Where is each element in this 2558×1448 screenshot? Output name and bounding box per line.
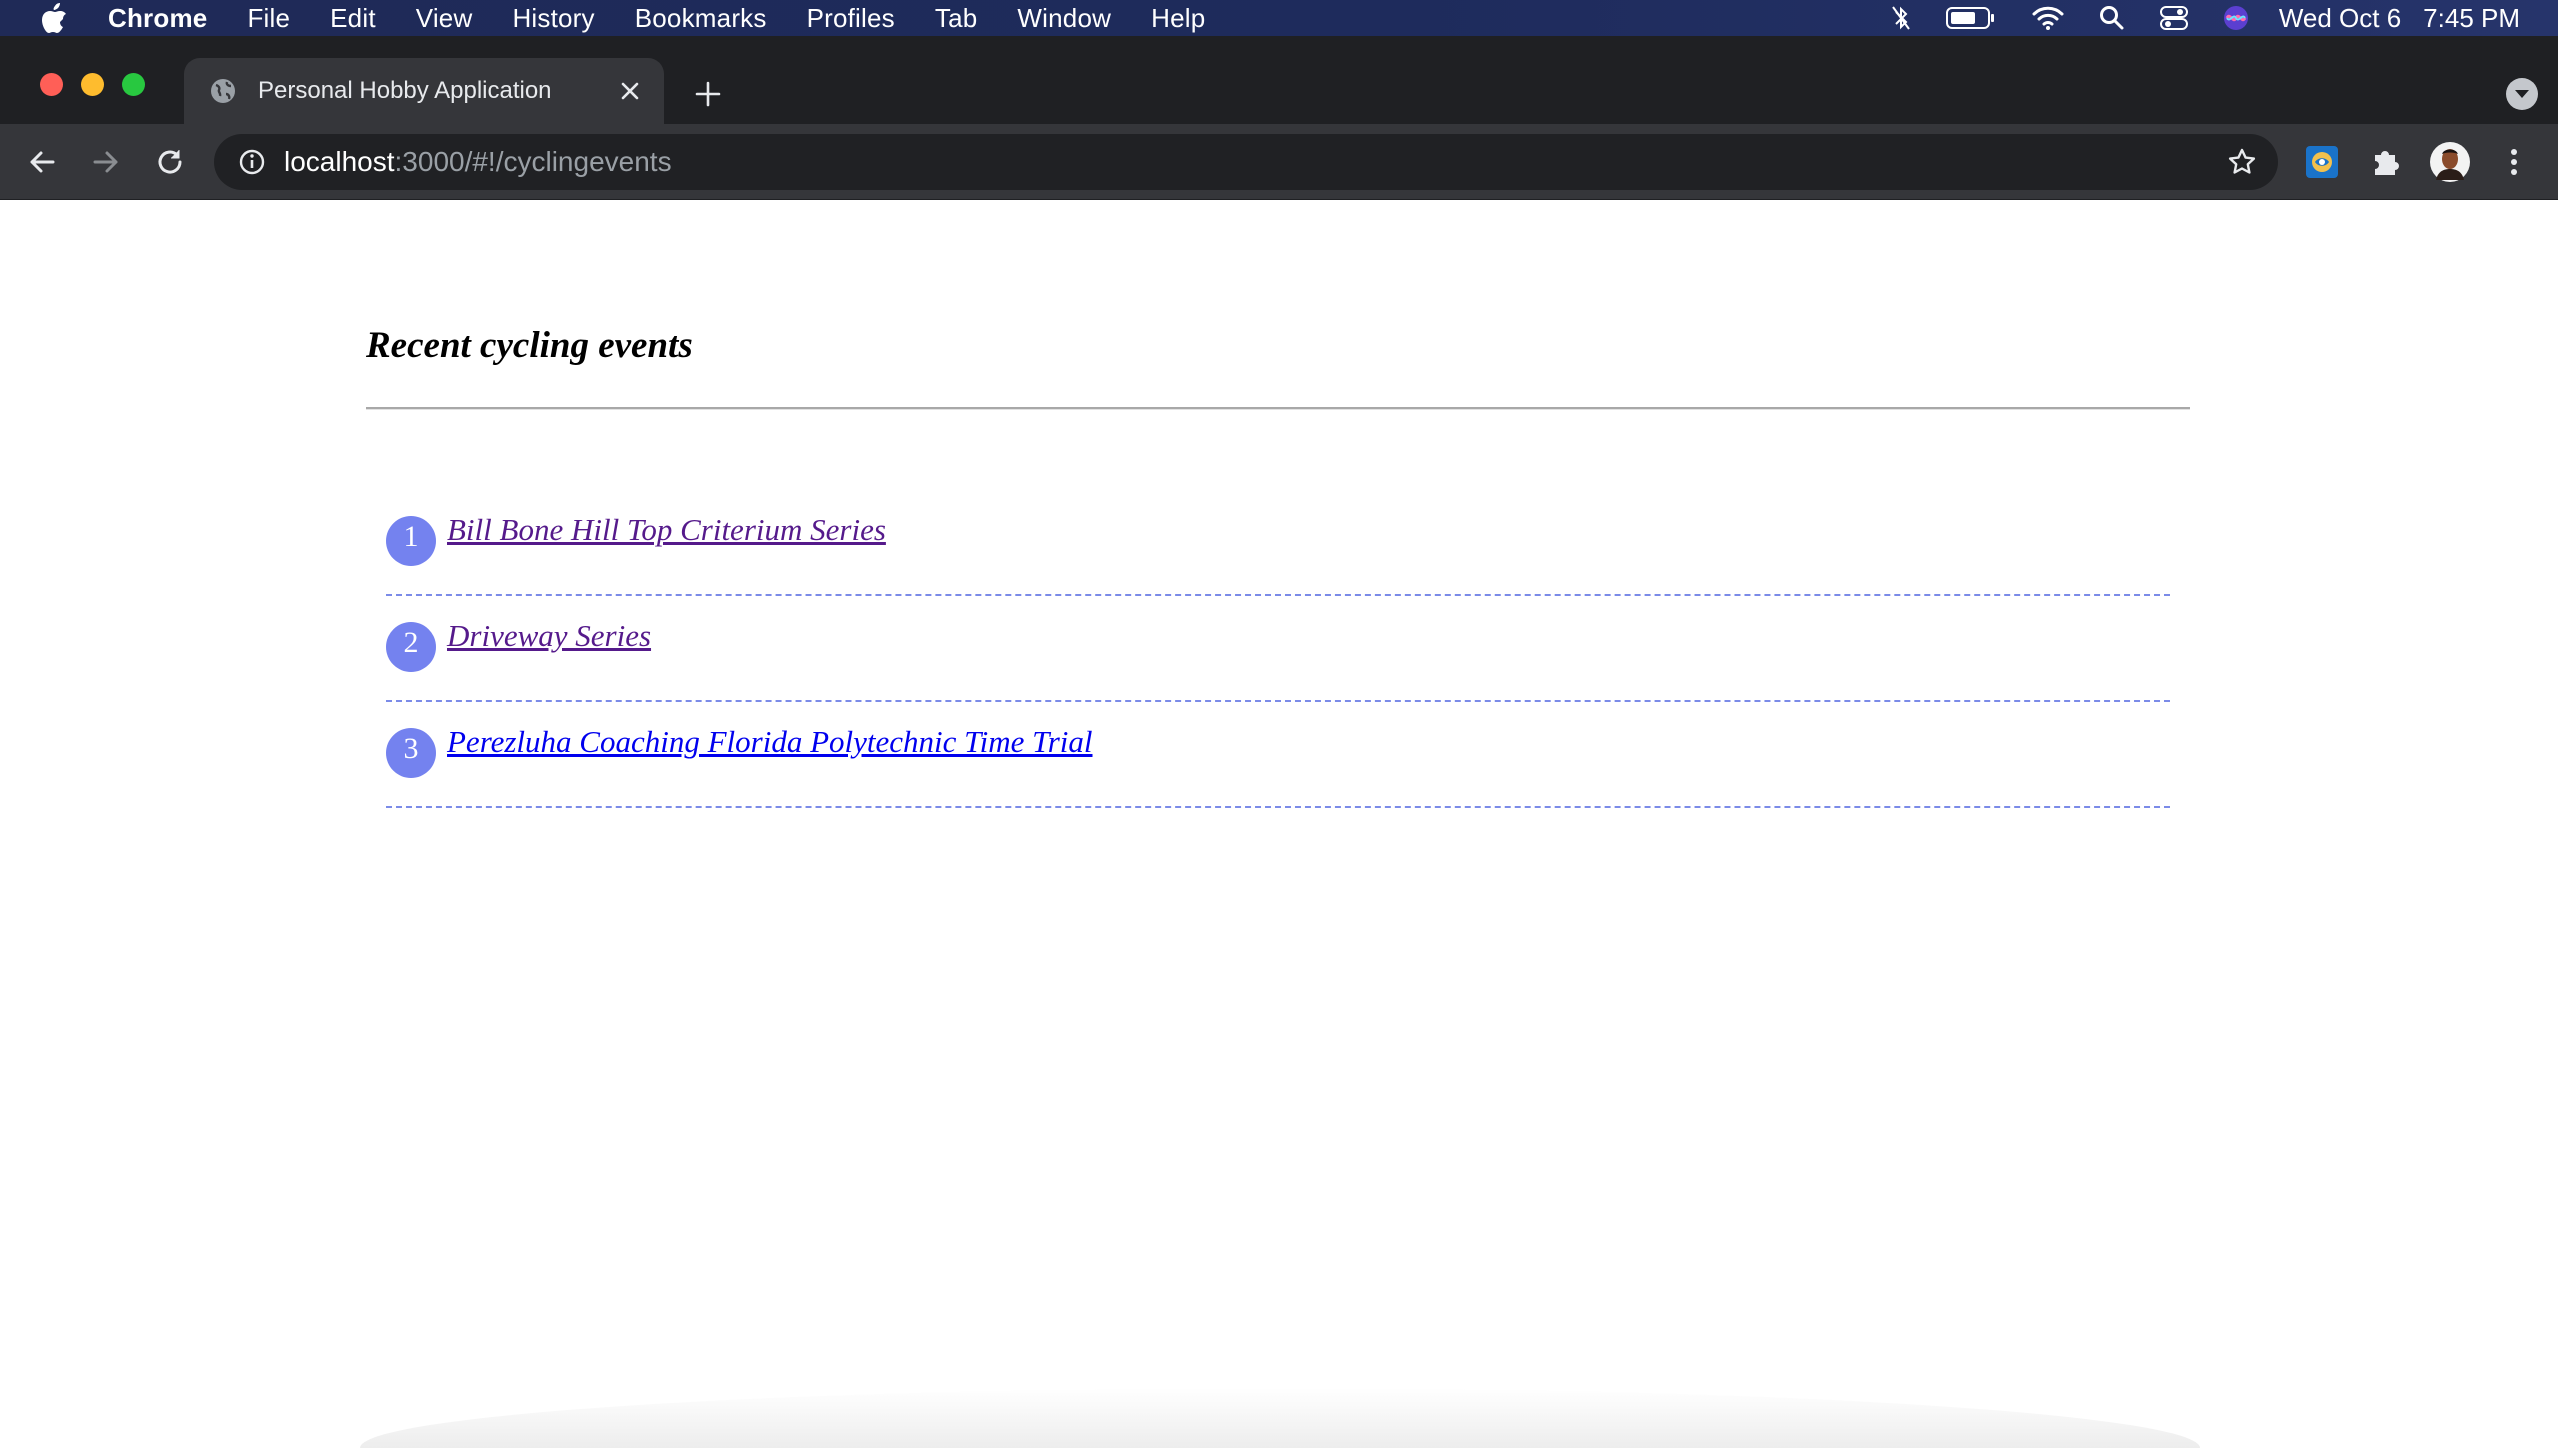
url-text[interactable]: localhost:3000/#!/cyclingevents (284, 146, 672, 178)
cycling-events-list: 1 Bill Bone Hill Top Criterium Series 2 … (386, 490, 2170, 808)
minimize-window-button[interactable] (81, 73, 104, 96)
address-bar[interactable]: localhost:3000/#!/cyclingevents (214, 134, 2278, 190)
extension-app-icon[interactable] (2302, 142, 2342, 182)
macos-menu-bar: Chrome File Edit View History Bookmarks … (0, 0, 2558, 36)
spotlight-search-icon[interactable] (2099, 5, 2125, 31)
menu-tab[interactable]: Tab (935, 3, 978, 34)
menu-file[interactable]: File (247, 3, 290, 34)
url-host: localhost (284, 146, 395, 177)
menu-bar-status-area: Wed Oct 6 7:45 PM (1857, 0, 2558, 36)
menu-history[interactable]: History (512, 3, 594, 34)
profile-avatar[interactable] (2430, 142, 2470, 182)
menu-help[interactable]: Help (1151, 3, 1205, 34)
menu-bookmarks[interactable]: Bookmarks (635, 3, 767, 34)
title-divider (366, 407, 2190, 410)
tab-search-chevron-icon[interactable] (2506, 78, 2538, 110)
battery-icon[interactable] (1945, 5, 1997, 31)
window-controls (40, 73, 145, 96)
event-number-badge: 3 (386, 728, 436, 778)
list-item: 1 Bill Bone Hill Top Criterium Series (386, 490, 2170, 596)
list-item: 3 Perezluha Coaching Florida Polytechnic… (386, 702, 2170, 808)
close-tab-icon[interactable] (610, 71, 650, 111)
control-center-icon[interactable] (2159, 5, 2189, 31)
close-window-button[interactable] (40, 73, 63, 96)
page-viewport: Recent cycling events 1 Bill Bone Hill T… (0, 200, 2558, 1448)
event-link[interactable]: Driveway Series (447, 618, 651, 654)
clock-time: 7:45 PM (2423, 2, 2520, 33)
chrome-menu-kebab-icon[interactable] (2494, 142, 2534, 182)
active-tab[interactable]: Personal Hobby Application (184, 58, 664, 124)
menu-profiles[interactable]: Profiles (807, 3, 895, 34)
window-bottom-shadow (360, 1388, 2200, 1448)
url-path: :3000/#!/cyclingevents (394, 146, 672, 177)
menu-edit[interactable]: Edit (330, 3, 376, 34)
list-item: 2 Driveway Series (386, 596, 2170, 702)
reload-icon[interactable] (150, 142, 190, 182)
new-tab-plus-icon[interactable] (690, 76, 726, 112)
menu-bar-clock[interactable]: Wed Oct 6 7:45 PM (2279, 3, 2520, 34)
extensions-puzzle-icon[interactable] (2366, 142, 2406, 182)
tab-title: Personal Hobby Application (258, 77, 552, 104)
wifi-icon[interactable] (2031, 5, 2065, 31)
globe-icon (208, 76, 238, 106)
forward-arrow-icon[interactable] (86, 142, 126, 182)
apple-menu-icon[interactable] (40, 2, 70, 34)
event-number-badge: 2 (386, 622, 436, 672)
menu-view[interactable]: View (416, 3, 473, 34)
bookmark-star-icon[interactable] (2226, 146, 2258, 178)
back-arrow-icon[interactable] (22, 142, 62, 182)
browser-toolbar: localhost:3000/#!/cyclingevents (0, 124, 2558, 200)
event-number-badge: 1 (386, 516, 436, 566)
bluetooth-off-icon[interactable] (1891, 5, 1911, 31)
menu-window[interactable]: Window (1017, 3, 1111, 34)
page-title: Recent cycling events (366, 325, 693, 366)
site-info-icon[interactable] (236, 146, 268, 178)
siri-icon[interactable] (2223, 5, 2249, 31)
menu-app-chrome[interactable]: Chrome (108, 3, 207, 34)
event-link[interactable]: Perezluha Coaching Florida Polytechnic T… (447, 724, 1093, 760)
zoom-window-button[interactable] (122, 73, 145, 96)
event-link[interactable]: Bill Bone Hill Top Criterium Series (447, 512, 886, 548)
clock-date: Wed Oct 6 (2278, 2, 2402, 33)
browser-tab-strip: Personal Hobby Application (0, 36, 2558, 124)
